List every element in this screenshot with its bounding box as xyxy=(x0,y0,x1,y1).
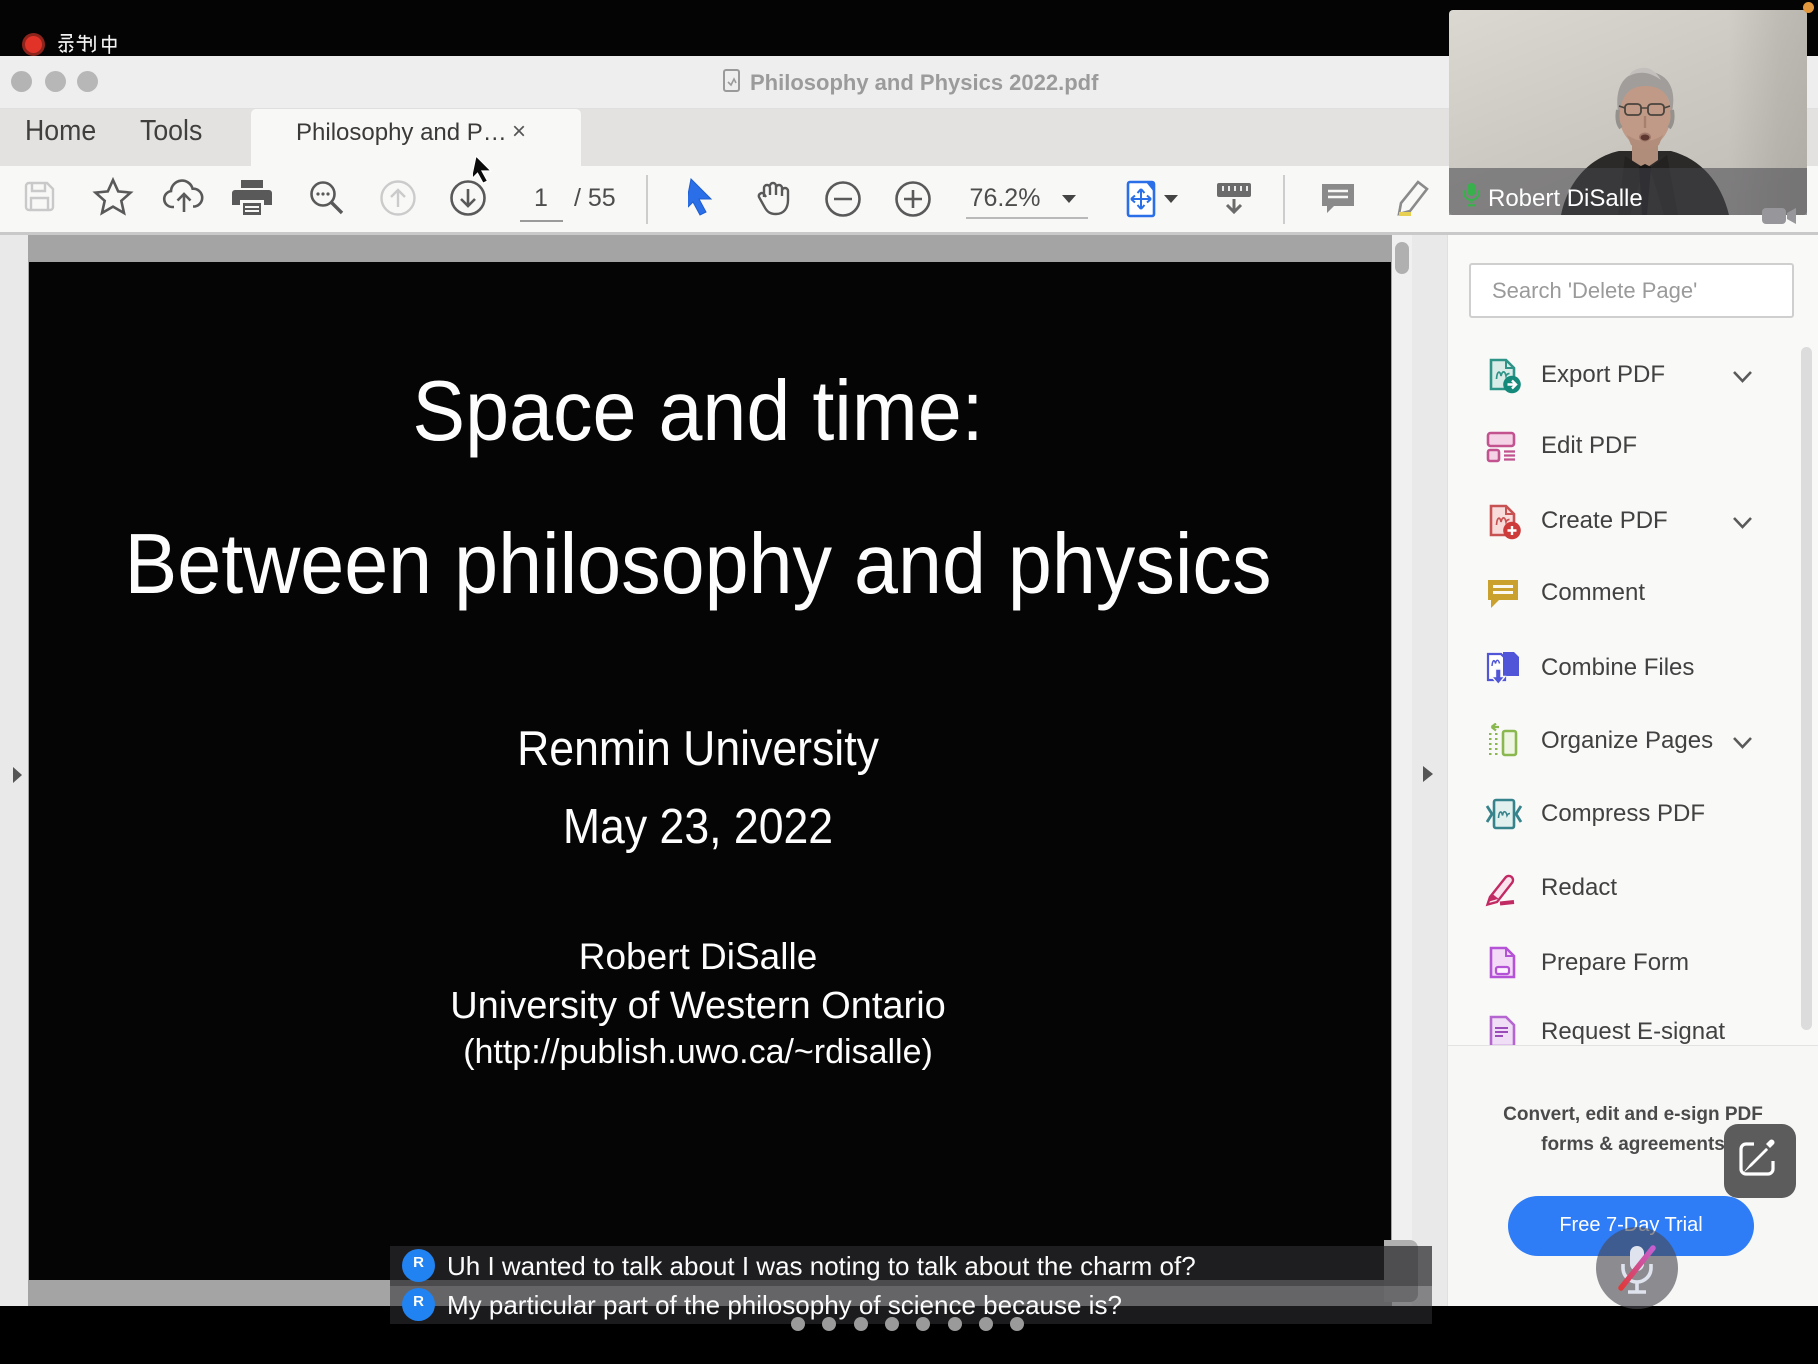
svg-text:Robert DiSalle: Robert DiSalle xyxy=(1488,185,1643,212)
